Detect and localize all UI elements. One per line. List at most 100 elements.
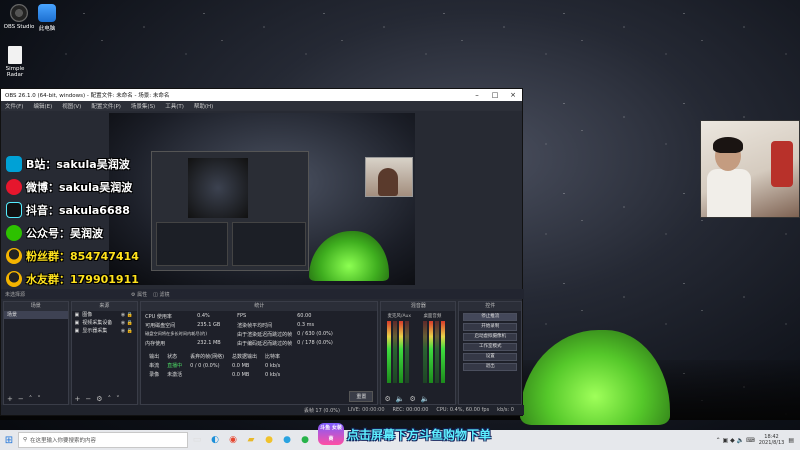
- source-toolbar: 未选择源 ⚙ 属性 ◫ 滤镜: [1, 289, 524, 299]
- studio-mode-button[interactable]: 工作室模式: [463, 343, 517, 351]
- app-icon[interactable]: ●: [278, 431, 296, 449]
- obs-icon: [10, 4, 28, 22]
- menu-file[interactable]: 文件(F): [5, 102, 23, 110]
- mixer-channel: 桌面音频: [423, 313, 449, 383]
- source-item[interactable]: ▣ 显示器采集 ◉ 🔒: [72, 327, 138, 335]
- preview-tent: [309, 231, 389, 281]
- app-icon[interactable]: ●: [260, 431, 278, 449]
- filters-button[interactable]: ◫ 滤镜: [153, 291, 169, 298]
- social-row: 抖音：sakula6688: [6, 198, 166, 221]
- file-icon: [8, 46, 22, 64]
- taskbar-clock[interactable]: 18:42 2021/8/13: [759, 434, 785, 446]
- table-row: 录像 未激活 0.0 MB 0 kb/s: [149, 371, 281, 379]
- qq-icon: [6, 247, 22, 264]
- scenes-dock: 场景 场景 + − ˄ ˅: [3, 301, 69, 405]
- wechat-icon: [6, 224, 22, 241]
- eye-icon: ◉ 🔒: [120, 320, 134, 326]
- sources-dock: 来源 ▣ 图像 ◉ 🔒 ▣ 视频采集设备 ◉ 🔒 ▣ 显示器采集 ◉ 🔒 + − ⚙ …: [70, 301, 139, 405]
- source-item[interactable]: ▣ 视频采集设备 ◉ 🔒: [72, 319, 138, 327]
- source-item[interactable]: ▣ 图像 ◉ 🔒: [72, 311, 138, 319]
- table-row: 串流 直播中 0 / 0 (0.0%) 0.0 MB 0 kb/s: [149, 362, 281, 370]
- system-tray: ⌃ ▣ ◆ 🔈 ⌨ 18:42 2021/8/13 ▤: [716, 434, 800, 446]
- stats-grid: CPU 使用率 0.4% FPS 60.00 可用磁盘空间 235.1 GB 渲染帧平均时…: [145, 313, 333, 347]
- add-icon[interactable]: +: [75, 395, 81, 403]
- bitrate: kb/s: 0: [497, 407, 514, 413]
- obs-titlebar: OBS 26.1.0 (64-bit, windows) - 配置文件: 未命名…: [1, 89, 522, 101]
- down-icon[interactable]: ˅: [37, 395, 41, 403]
- eye-icon: ◉ 🔒: [120, 328, 134, 334]
- up-icon[interactable]: ˄: [108, 395, 112, 403]
- output-table: 输出 状态 丢弃的帧(网络) 总数据输出 比特率 串流 直播中 0 / 0 (0.0%) 0.…: [145, 352, 284, 379]
- task-view-icon[interactable]: ▭: [188, 431, 206, 449]
- obs-menubar: 文件(F) 编辑(E) 视图(V) 配置文件(P) 场景集(S) 工具(T) 帮…: [1, 101, 522, 111]
- mixer-channel: 麦克风/Aux: [387, 313, 413, 383]
- shopping-banner: 斗鱼 女装商 点击屏幕下方斗鱼购物下单: [318, 423, 491, 445]
- computer-icon: [38, 4, 56, 22]
- tray-icons[interactable]: ⌃ ▣ ◆ 🔈 ⌨: [716, 437, 755, 444]
- menu-view[interactable]: 视图(V): [62, 102, 81, 110]
- windows-start-icon[interactable]: ⊞: [0, 435, 18, 446]
- close-icon[interactable]: ×: [504, 91, 522, 99]
- social-row: 公众号：吴润波: [6, 221, 166, 244]
- menu-edit[interactable]: 编辑(E): [33, 102, 52, 110]
- social-overlay: B站：sakula吴润波 微博：sakula吴润波 抖音：sakula6688 …: [6, 152, 166, 290]
- scene-item[interactable]: 场景: [4, 311, 68, 319]
- speaker-icon[interactable]: 🔈: [396, 395, 405, 403]
- cpu-fps: CPU: 0.4%, 60.00 fps: [436, 407, 490, 413]
- menu-tools[interactable]: 工具(T): [165, 102, 184, 110]
- taskbar-search[interactable]: ⚲ 在这里输入你要搜索的内容: [18, 432, 188, 448]
- obs-title: OBS 26.1.0 (64-bit, windows) - 配置文件: 未命名…: [5, 93, 170, 99]
- menu-help[interactable]: 帮助(H): [194, 102, 213, 110]
- dropped-frames: 丢帧 17 (0.0%): [303, 407, 340, 414]
- properties-button[interactable]: ⚙ 属性: [131, 291, 147, 298]
- weibo-icon: [6, 178, 22, 195]
- social-row: 水友群：179901911: [6, 267, 166, 290]
- nested-preview: [151, 151, 309, 271]
- remove-icon[interactable]: −: [85, 395, 91, 403]
- gear-icon[interactable]: ⚙: [96, 395, 102, 403]
- minimize-icon[interactable]: –: [468, 91, 486, 99]
- controls-dock: 控件 停止推流 开始录制 启动虚拟摄像机 工作室模式 设置 退出: [458, 301, 522, 405]
- obs-statusbar: 丢帧 17 (0.0%) LIVE: 00:00:00 REC: 00:00:0…: [1, 405, 524, 415]
- preview-webcam: [365, 157, 413, 197]
- chrome-icon[interactable]: ◉: [224, 431, 242, 449]
- live-time: LIVE: 00:00:00: [347, 407, 385, 413]
- reset-button[interactable]: 重置: [349, 391, 374, 402]
- webcam-overlay: [700, 120, 800, 218]
- social-row: B站：sakula吴润波: [6, 152, 166, 175]
- rec-time: REC: 00:00:00: [392, 407, 429, 413]
- social-row: 粉丝群：854747414: [6, 244, 166, 267]
- qq-icon: [6, 270, 22, 287]
- social-row: 微博：sakula吴润波: [6, 175, 166, 198]
- menu-scene-collection[interactable]: 场景集(S): [131, 102, 155, 110]
- gear-icon[interactable]: ⚙: [384, 395, 390, 403]
- search-icon: ⚲: [23, 437, 28, 443]
- add-icon[interactable]: +: [7, 395, 13, 403]
- menu-profile[interactable]: 配置文件(P): [91, 102, 121, 110]
- eye-icon: ◉ 🔒: [120, 312, 134, 318]
- up-icon[interactable]: ˄: [29, 395, 33, 403]
- banner-text: 点击屏幕下方斗鱼购物下单: [347, 427, 492, 442]
- bilibili-icon: [6, 155, 22, 172]
- stats-dock: 统计 CPU 使用率 0.4% FPS 60.00 可用磁盘空间 235.1 GB 渲染帧…: [140, 301, 379, 405]
- remove-icon[interactable]: −: [18, 395, 24, 403]
- app-icon[interactable]: ●: [296, 431, 314, 449]
- desktop-icon-simple-radar[interactable]: Simple Radar: [0, 46, 32, 78]
- start-recording-button[interactable]: 开始录制: [463, 323, 517, 331]
- folder-icon[interactable]: ▰: [242, 431, 260, 449]
- virtual-camera-button[interactable]: 启动虚拟摄像机: [463, 333, 517, 341]
- settings-button[interactable]: 设置: [463, 353, 517, 361]
- desktop-icon-this-pc[interactable]: 此电脑: [30, 4, 64, 32]
- notification-icon[interactable]: ▤: [788, 437, 794, 444]
- stop-streaming-button[interactable]: 停止推流: [463, 313, 517, 321]
- douyu-badge: 斗鱼 女装商: [318, 423, 344, 445]
- no-source-label: 未选择源: [5, 291, 26, 298]
- mixer-dock: 混音器 麦克风/Aux 桌面音频 ⚙ 🔈 ⚙ 🔈: [380, 301, 457, 405]
- obs-docks: 场景 场景 + − ˄ ˅ 来源 ▣ 图像 ◉ 🔒 ▣ 视频采集设备 ◉ 🔒 ▣ 显…: [1, 301, 524, 405]
- down-icon[interactable]: ˅: [116, 395, 120, 403]
- gear-icon[interactable]: ⚙: [409, 395, 415, 403]
- edge-icon[interactable]: ◐: [206, 431, 224, 449]
- exit-button[interactable]: 退出: [463, 363, 517, 371]
- maximize-icon[interactable]: □: [486, 91, 504, 99]
- speaker-icon[interactable]: 🔈: [421, 395, 430, 403]
